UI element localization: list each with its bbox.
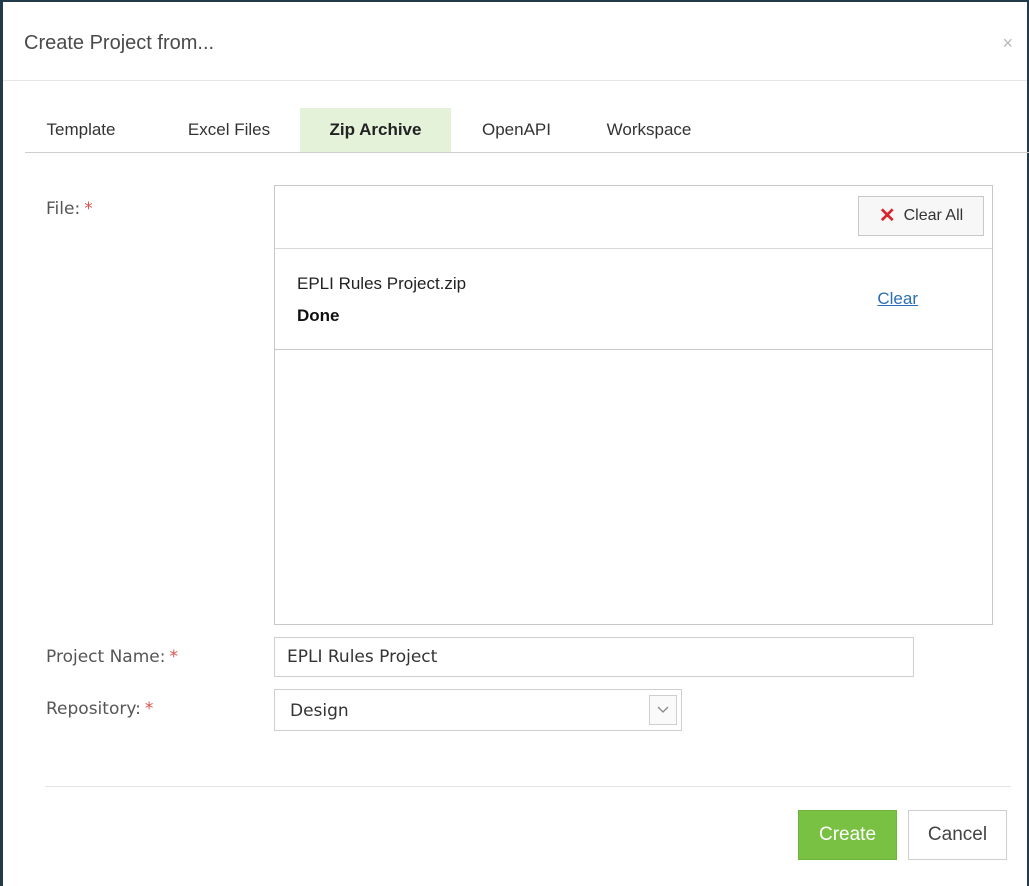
create-project-dialog: Create Project from... × Template Excel … (0, 0, 1029, 886)
clear-all-label: Clear All (903, 207, 964, 224)
clear-all-button[interactable]: ✕ Clear All (858, 196, 984, 236)
tab-workspace[interactable]: Workspace (591, 108, 707, 152)
required-mark: * (84, 199, 93, 219)
file-label: File: * (46, 199, 93, 219)
tab-zip-archive[interactable]: Zip Archive (300, 108, 451, 152)
required-mark: * (144, 699, 154, 719)
repository-label: Repository: * (46, 699, 153, 719)
file-name: EPLI Rules Project.zip (297, 274, 467, 293)
tab-excel-files[interactable]: Excel Files (173, 108, 285, 152)
repository-select[interactable]: Design (274, 689, 682, 731)
x-icon: ✕ (878, 205, 896, 227)
tab-bar: Template Excel Files Zip Archive OpenAPI… (25, 108, 1029, 153)
uploaded-file-item: EPLI Rules Project.zip Done Clear (275, 248, 992, 350)
tab-template[interactable]: Template (25, 108, 137, 152)
repository-label-text: Repository: (46, 699, 141, 719)
project-name-label: Project Name: * (46, 647, 178, 667)
clear-file-link[interactable]: Clear (877, 289, 918, 309)
project-name-input[interactable]: EPLI Rules Project (274, 637, 914, 677)
repository-selected-value: Design (290, 701, 349, 721)
upload-toolbar: ✕ Clear All (275, 186, 992, 249)
tab-openapi[interactable]: OpenAPI (469, 108, 564, 152)
cancel-button[interactable]: Cancel (908, 810, 1007, 860)
required-mark: * (169, 647, 178, 667)
file-label-text: File: (46, 199, 81, 219)
chevron-down-icon[interactable] (649, 695, 677, 725)
dialog-title: Create Project from... (24, 32, 215, 54)
project-name-label-text: Project Name: (46, 647, 166, 667)
dialog-header: Create Project from... × (3, 2, 1027, 81)
close-icon[interactable]: × (1002, 34, 1013, 52)
create-button[interactable]: Create (798, 810, 897, 860)
file-upload-area[interactable]: ✕ Clear All EPLI Rules Project.zip Done … (274, 185, 993, 625)
file-status: Done (297, 306, 340, 325)
footer-divider (45, 786, 1011, 787)
